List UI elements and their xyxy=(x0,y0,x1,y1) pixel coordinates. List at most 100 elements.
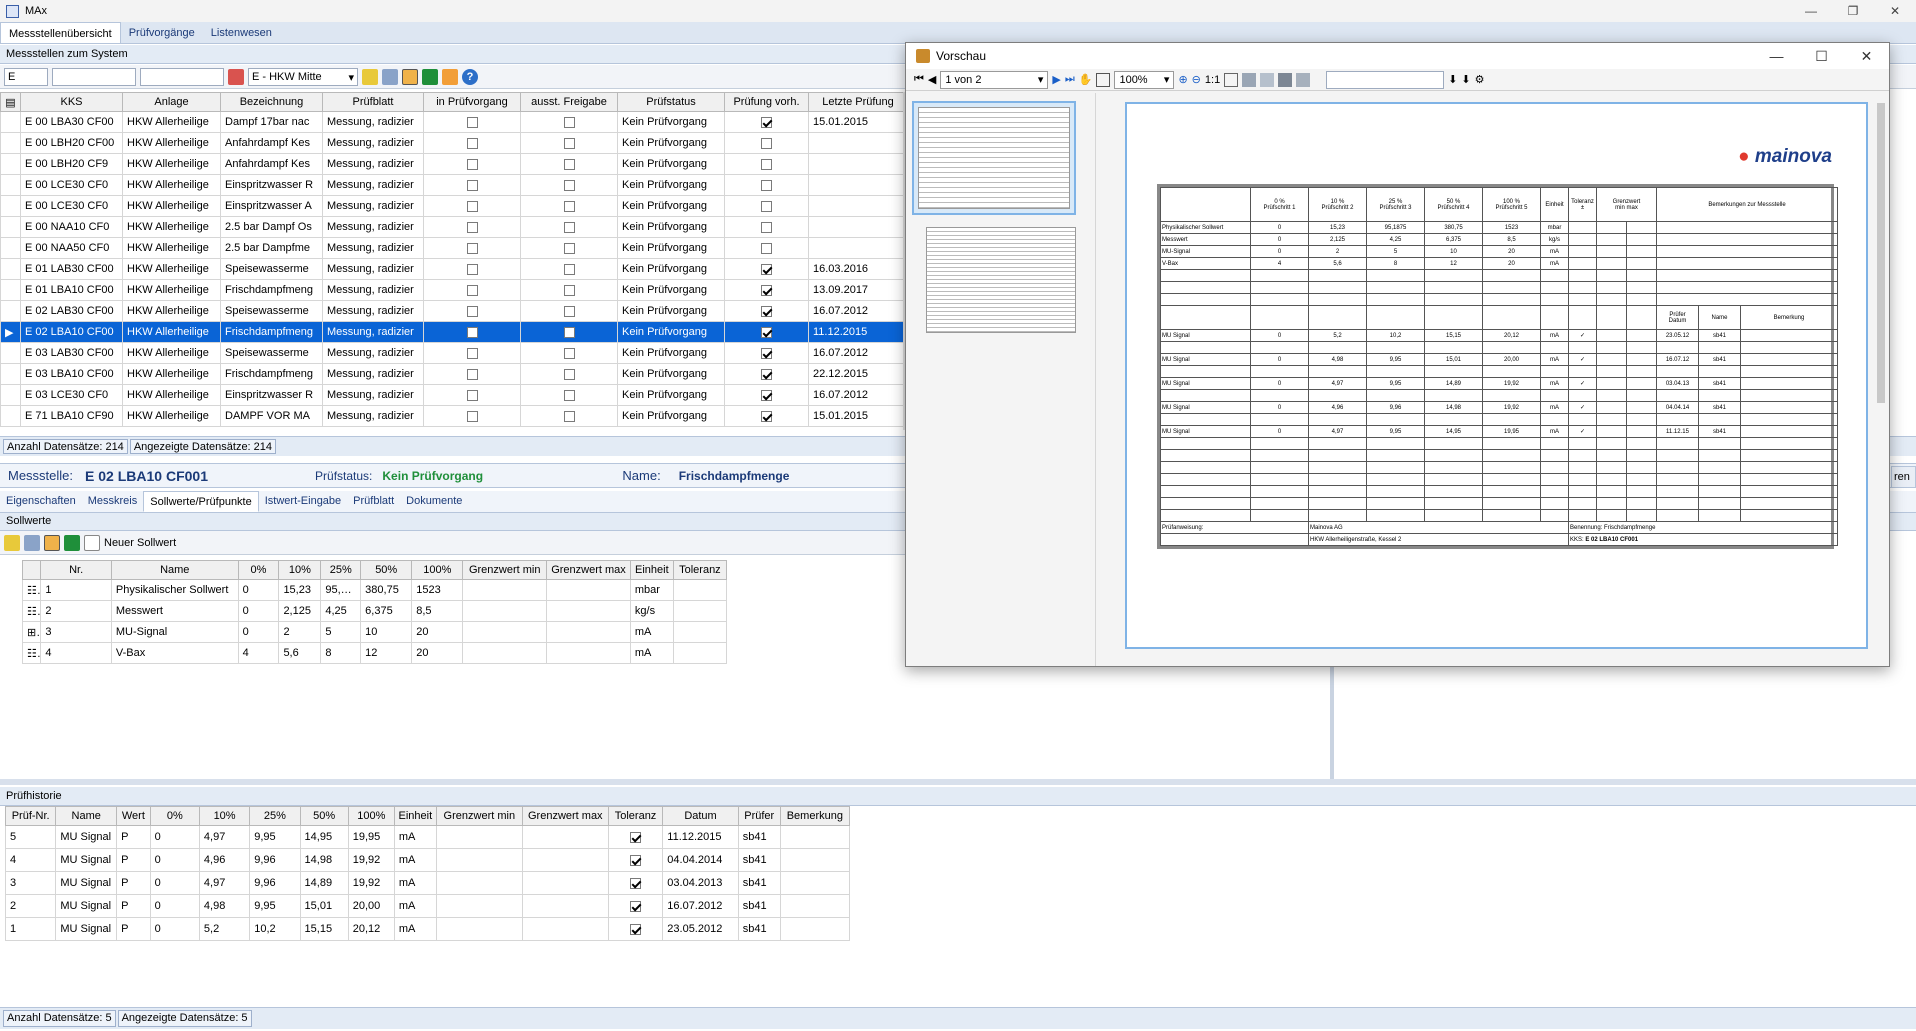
cell-name[interactable]: MU Signal xyxy=(55,894,118,918)
cell-letzte-pruefung[interactable] xyxy=(808,216,905,238)
cell-wert[interactable]: P xyxy=(116,894,151,918)
cell-name[interactable]: V-Bax xyxy=(110,642,239,664)
table-row[interactable]: E 01 LAB30 CF00 HKW Allerheilige Speisewas… xyxy=(0,258,905,280)
cell-in-pruefvorgang[interactable] xyxy=(423,258,521,280)
cell-pruefer[interactable]: sb41 xyxy=(737,825,781,849)
cell-v0[interactable]: 0 xyxy=(149,848,200,872)
filter-input-2[interactable] xyxy=(52,67,136,86)
cell-grenzwert-min[interactable] xyxy=(435,825,523,849)
cell-letzte-pruefung[interactable] xyxy=(808,153,905,175)
clear-filter-icon[interactable] xyxy=(228,68,244,85)
cell-anlage[interactable]: HKW Allerheilige xyxy=(122,384,221,406)
cell-v50[interactable]: 14,89 xyxy=(299,871,349,895)
cell-ausst-freigabe[interactable] xyxy=(520,111,618,133)
cell-datum[interactable]: 11.12.2015 xyxy=(662,825,739,849)
filter-icon[interactable] xyxy=(4,534,20,551)
col-nr[interactable]: Nr. xyxy=(40,560,112,580)
pruefung-vorh-checkbox[interactable] xyxy=(761,284,772,296)
cell-pruefung-vorh[interactable] xyxy=(724,174,809,196)
first-page-icon[interactable]: ⏮ xyxy=(914,73,924,86)
cell-ausst-freigabe[interactable] xyxy=(520,384,618,406)
cell-datum[interactable]: 04.04.2014 xyxy=(662,848,739,872)
cell-bezeichnung[interactable]: Frischdampfmeng xyxy=(220,363,323,385)
cell-kks[interactable]: E 00 LBH20 CF00 xyxy=(20,132,123,154)
cell-einheit[interactable]: mA xyxy=(393,871,437,895)
row-indicator[interactable] xyxy=(0,132,21,154)
cell-anlage[interactable]: HKW Allerheilige xyxy=(122,363,221,385)
page-select[interactable]: 1 von 2 ▾ xyxy=(940,70,1049,89)
cell-pruefstatus[interactable]: Kein Prüfvorgang xyxy=(617,300,725,322)
in-pruefvorgang-checkbox[interactable] xyxy=(466,368,478,380)
cell-pruefstatus[interactable]: Kein Prüfvorgang xyxy=(617,384,725,406)
cell-letzte-pruefung[interactable]: 13.09.2017 xyxy=(808,279,905,301)
cell-tol[interactable] xyxy=(672,621,728,643)
col-anlage[interactable]: Anlage xyxy=(122,92,221,112)
splitter-horizontal[interactable] xyxy=(0,779,1916,785)
cell-kks[interactable]: E 01 LBA10 CF00 xyxy=(20,279,123,301)
in-pruefvorgang-checkbox[interactable] xyxy=(466,242,478,254)
table-row[interactable]: 2 MU Signal P 0 4,98 9,95 15,01 20,00 mA 16.07.20… xyxy=(4,894,851,918)
cell-datum[interactable]: 23.05.2012 xyxy=(662,917,739,941)
freigabe-checkbox[interactable] xyxy=(563,221,575,233)
col-einheit[interactable]: Einheit xyxy=(629,560,674,580)
freigabe-checkbox[interactable] xyxy=(563,389,575,401)
table-row[interactable]: ☷ 4 V-Bax 4 5,6 8 12 20 mA xyxy=(21,642,728,664)
close-icon[interactable]: ✕ xyxy=(1874,0,1916,22)
cell-gmin[interactable] xyxy=(462,579,548,601)
table-row[interactable]: E 01 LBA10 CF00 HKW Allerheilige Frischdam… xyxy=(0,279,905,301)
cell-ausst-freigabe[interactable] xyxy=(520,237,618,259)
last-page-icon[interactable]: ⏭ xyxy=(1065,73,1075,86)
tab-eigenschaften[interactable]: Eigenschaften xyxy=(0,491,82,512)
col-in-pruefvorgang[interactable]: in Prüfvorgang xyxy=(423,92,521,112)
pruefung-vorh-checkbox[interactable] xyxy=(761,305,772,317)
table-row[interactable]: 1 MU Signal P 0 5,2 10,2 15,15 20,12 mA 23.05.201… xyxy=(4,917,851,941)
cell-v50[interactable]: 6,375 xyxy=(360,600,413,622)
cell-pruefstatus[interactable]: Kein Prüfvorgang xyxy=(617,195,725,217)
cell-name[interactable]: MU-Signal xyxy=(110,621,239,643)
freigabe-checkbox[interactable] xyxy=(563,179,575,191)
cell-nr[interactable]: 2 xyxy=(4,894,57,918)
freigabe-checkbox[interactable] xyxy=(563,263,575,275)
cell-pruefstatus[interactable]: Kein Prüfvorgang xyxy=(617,216,725,238)
pruefung-vorh-checkbox[interactable] xyxy=(761,326,772,338)
cell-in-pruefvorgang[interactable] xyxy=(423,174,521,196)
cell-bezeichnung[interactable]: 2.5 bar Dampfme xyxy=(220,237,323,259)
cell-nr[interactable]: 3 xyxy=(40,621,112,643)
fit-page-icon[interactable] xyxy=(1224,72,1239,87)
cell-pruefstatus[interactable]: Kein Prüfvorgang xyxy=(617,111,725,133)
col-name[interactable]: Name xyxy=(55,806,118,826)
pruefung-vorh-checkbox[interactable] xyxy=(761,137,772,149)
cell-letzte-pruefung[interactable] xyxy=(808,174,905,196)
cell-pruefer[interactable]: sb41 xyxy=(737,917,781,941)
cell-letzte-pruefung[interactable]: 11.12.2015 xyxy=(808,321,905,343)
col-pruefstatus[interactable]: Prüfstatus xyxy=(617,92,725,112)
cell-pruefblatt[interactable]: Messung, radizier xyxy=(322,132,424,154)
row-indicator[interactable] xyxy=(0,405,21,427)
preview-scrollbar-thumb[interactable] xyxy=(1877,103,1885,403)
row-indicator[interactable] xyxy=(0,279,21,301)
cell-pruefblatt[interactable]: Messung, radizier xyxy=(322,279,424,301)
cell-ausst-freigabe[interactable] xyxy=(520,405,618,427)
cell-v50[interactable]: 15,15 xyxy=(299,917,349,941)
filter-input-3[interactable] xyxy=(140,67,224,86)
pruefung-vorh-checkbox[interactable] xyxy=(761,263,772,275)
toleranz-checkbox[interactable] xyxy=(630,923,642,935)
tab-pruefblatt[interactable]: Prüfblatt xyxy=(347,491,400,512)
col-50[interactable]: 50% xyxy=(360,560,413,580)
freigabe-checkbox[interactable] xyxy=(563,326,575,338)
row-expand-icon[interactable]: ⊞ ☷ xyxy=(21,621,42,643)
tree-filter-icon[interactable] xyxy=(382,68,398,85)
row-indicator[interactable] xyxy=(0,153,21,175)
cell-pruefblatt[interactable]: Messung, radizier xyxy=(322,111,424,133)
cell-pruefblatt[interactable]: Messung, radizier xyxy=(322,153,424,175)
col-pruefer[interactable]: Prüfer xyxy=(737,806,781,826)
in-pruefvorgang-checkbox[interactable] xyxy=(466,137,478,149)
zoom-select[interactable]: 100% ▾ xyxy=(1114,70,1175,89)
cell-ausst-freigabe[interactable] xyxy=(520,363,618,385)
cell-in-pruefvorgang[interactable] xyxy=(423,384,521,406)
print-icon[interactable] xyxy=(1242,72,1257,87)
cell-wert[interactable]: P xyxy=(116,825,151,849)
cell-toleranz[interactable] xyxy=(607,848,664,872)
cell-anlage[interactable]: HKW Allerheilige xyxy=(122,342,221,364)
cell-einheit[interactable]: mA xyxy=(629,621,674,643)
